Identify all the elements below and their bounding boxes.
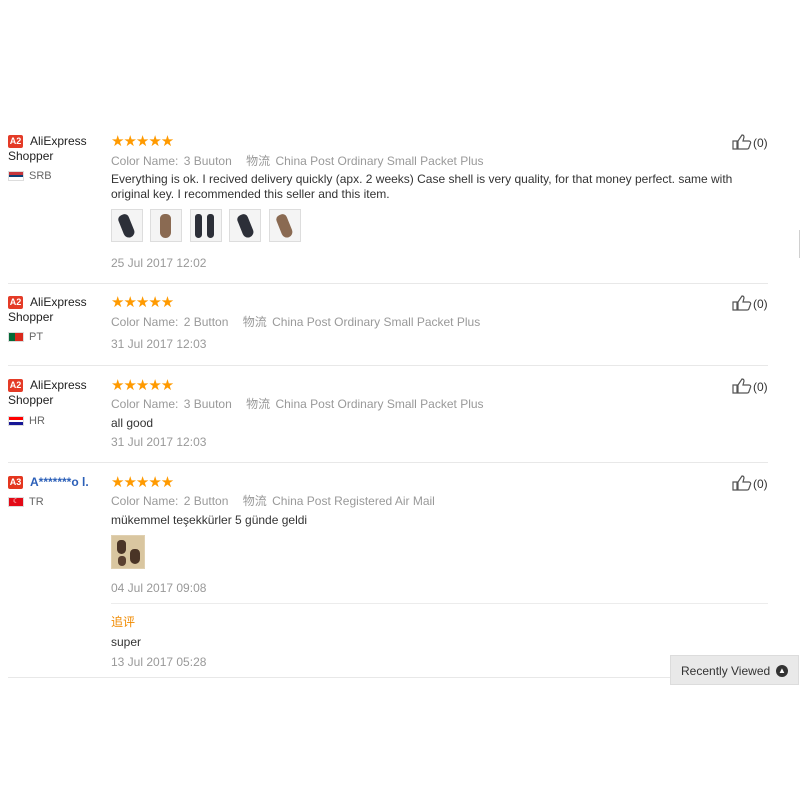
country-flag-icon (8, 416, 24, 426)
review-divider (8, 365, 768, 366)
review-text: Everything is ok. I recived delivery qui… (111, 172, 733, 201)
country-flag-icon (8, 171, 24, 181)
star-rating: ★★★★★ (111, 474, 174, 491)
color-name-value: 3 Buuton (183, 154, 232, 168)
country-flag-icon: ☾ (8, 497, 24, 507)
recently-viewed-label: Recently Viewed (681, 664, 771, 678)
helpful-button[interactable]: (0) (732, 475, 768, 491)
reviewer-name: AliExpress Shopper (8, 134, 87, 163)
review-item: A2 AliExpress Shopper HR ★★★★★ Color Nam… (8, 377, 768, 453)
order-info: Color Name: 3 Buuton 物流 China Post Ordin… (111, 395, 484, 412)
helpful-count: (0) (753, 136, 768, 150)
shipping-value: China Post Ordinary Small Packet Plus (275, 397, 484, 411)
helpful-button[interactable]: (0) (732, 295, 768, 311)
color-name-value: 2 Button (183, 315, 229, 329)
country-flag-icon (8, 332, 24, 342)
review-photo[interactable] (150, 209, 183, 242)
shipping-label: 物流 (242, 315, 267, 329)
shipping-value: China Post Registered Air Mail (272, 494, 435, 508)
shipping-label: 物流 (246, 397, 271, 411)
thumbs-up-icon (732, 134, 752, 150)
review-date: 31 Jul 2017 12:03 (111, 337, 207, 351)
reviewer-name: AliExpress Shopper (8, 378, 87, 407)
star-rating: ★★★★★ (111, 377, 174, 394)
review-photo[interactable] (111, 209, 143, 242)
reviewer-name[interactable]: A*******o l. (8, 475, 103, 490)
reviewer-name: AliExpress Shopper (8, 295, 87, 324)
order-info: Color Name: 2 Button 物流 China Post Regis… (111, 492, 435, 509)
helpful-button[interactable]: (0) (732, 378, 768, 394)
shipping-label: 物流 (242, 494, 267, 508)
review-divider (8, 677, 768, 678)
recently-viewed-button[interactable]: Recently Viewed ▲ (670, 655, 799, 685)
review-date: 04 Jul 2017 09:08 (111, 581, 207, 595)
star-rating: ★★★★★ (111, 294, 174, 311)
order-info: Color Name: 2 Button 物流 China Post Ordin… (111, 313, 480, 330)
country-code: SRB (29, 170, 52, 182)
thumbs-up-icon (732, 295, 752, 311)
thumbs-up-icon (732, 378, 752, 394)
review-date: 31 Jul 2017 12:03 (111, 435, 207, 449)
chevron-up-icon: ▲ (776, 665, 788, 677)
review-text: mükemmel teşekkürler 5 günde geldi (111, 513, 308, 527)
star-rating: ★★★★★ (111, 133, 174, 150)
color-name-label: Color Name: (111, 315, 179, 329)
shipping-value: China Post Ordinary Small Packet Plus (275, 154, 484, 168)
color-name-label: Color Name: (111, 397, 179, 411)
helpful-count: (0) (753, 380, 768, 394)
review-photos (111, 535, 148, 569)
country-code: PT (29, 331, 44, 343)
color-name-value: 2 Button (183, 494, 229, 508)
review-text: all good (111, 416, 154, 430)
followup-label: 追评 (111, 615, 136, 629)
review-photos (111, 209, 304, 242)
review-photo[interactable] (268, 209, 301, 242)
review-item: A2 AliExpress Shopper SRB ★★★★★ Color Na… (8, 133, 768, 274)
followup-text: super (111, 635, 142, 649)
shipping-label: 物流 (246, 154, 271, 168)
followup-divider (111, 603, 768, 604)
review-divider (8, 283, 768, 284)
review-divider (8, 462, 768, 463)
color-name-label: Color Name: (111, 154, 179, 168)
review-item: A2 AliExpress Shopper PT ★★★★★ Color Nam… (8, 294, 768, 355)
country-code: TR (29, 496, 44, 508)
review-photo[interactable] (229, 209, 262, 242)
shipping-value: China Post Ordinary Small Packet Plus (272, 315, 481, 329)
review-photo[interactable] (189, 209, 222, 242)
review-item: A3 A*******o l. ☾ TR ★★★★★ Color Name: 2… (8, 474, 768, 670)
color-name-label: Color Name: (111, 494, 179, 508)
color-name-value: 3 Buuton (183, 397, 232, 411)
helpful-count: (0) (753, 477, 768, 491)
helpful-button[interactable]: (0) (732, 134, 768, 150)
helpful-count: (0) (753, 297, 768, 311)
review-date: 25 Jul 2017 12:02 (111, 256, 207, 270)
followup-date: 13 Jul 2017 05:28 (111, 655, 207, 669)
thumbs-up-icon (732, 475, 752, 491)
country-code: HR (29, 415, 45, 427)
review-photo[interactable] (111, 535, 145, 569)
order-info: Color Name: 3 Buuton 物流 China Post Ordin… (111, 152, 484, 169)
